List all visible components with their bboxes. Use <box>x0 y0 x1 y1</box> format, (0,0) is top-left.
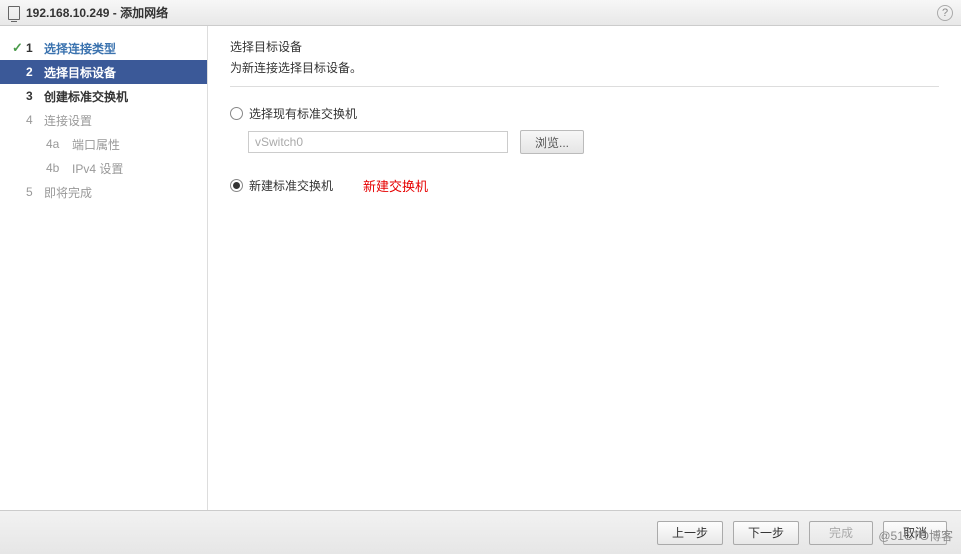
step-num: 2 <box>26 65 44 79</box>
step-label: 选择目标设备 <box>44 64 116 81</box>
step-label: 选择连接类型 <box>44 40 116 57</box>
step-3[interactable]: ✓ 3 创建标准交换机 <box>0 84 207 108</box>
substep-num: 4a <box>46 137 72 151</box>
cancel-button[interactable]: 取消 <box>883 521 947 545</box>
radio-existing-label[interactable]: 选择现有标准交换机 <box>249 105 357 122</box>
step-2[interactable]: ✓ 2 选择目标设备 <box>0 60 207 84</box>
wizard-sidebar: ✓ 1 选择连接类型 ✓ 2 选择目标设备 ✓ 3 创建标准交换机 ✓ 4 连接… <box>0 26 208 510</box>
step-num: 1 <box>26 41 44 55</box>
substep-label: 端口属性 <box>72 136 120 153</box>
step-num: 3 <box>26 89 44 103</box>
step-num: 5 <box>26 185 44 199</box>
check-icon: ✓ <box>12 40 26 56</box>
window-title: 192.168.10.249 - 添加网络 <box>26 4 168 21</box>
radio-new-label[interactable]: 新建标准交换机 <box>249 177 333 194</box>
step-label: 即将完成 <box>44 184 92 201</box>
main-area: ✓ 1 选择连接类型 ✓ 2 选择目标设备 ✓ 3 创建标准交换机 ✓ 4 连接… <box>0 26 961 510</box>
host-icon <box>8 6 20 20</box>
page-desc: 为新连接选择目标设备。 <box>230 59 939 76</box>
existing-switch-input[interactable] <box>248 131 508 153</box>
option-new-switch[interactable]: 新建标准交换机 新建交换机 <box>230 176 939 195</box>
substep-num: 4b <box>46 161 72 175</box>
browse-button[interactable]: 浏览... <box>520 130 584 154</box>
back-button[interactable]: 上一步 <box>657 521 723 545</box>
help-icon[interactable]: ? <box>937 5 953 21</box>
next-button[interactable]: 下一步 <box>733 521 799 545</box>
option-existing-switch[interactable]: 选择现有标准交换机 <box>230 105 939 122</box>
annotation-text: 新建交换机 <box>363 176 428 195</box>
radio-existing[interactable] <box>230 107 243 120</box>
step-label: 创建标准交换机 <box>44 88 128 105</box>
content-panel: 选择目标设备 为新连接选择目标设备。 选择现有标准交换机 浏览... 新建标准交… <box>208 26 961 510</box>
radio-new[interactable] <box>230 179 243 192</box>
existing-switch-input-row: 浏览... <box>248 130 939 154</box>
step-5: ✓ 5 即将完成 <box>0 180 207 204</box>
titlebar: 192.168.10.249 - 添加网络 ? <box>0 0 961 26</box>
divider <box>230 86 939 87</box>
step-num: 4 <box>26 113 44 127</box>
finish-button: 完成 <box>809 521 873 545</box>
substep-4a: 4a 端口属性 <box>0 132 207 156</box>
step-label: 连接设置 <box>44 112 92 129</box>
substep-4b: 4b IPv4 设置 <box>0 156 207 180</box>
step-1[interactable]: ✓ 1 选择连接类型 <box>0 36 207 60</box>
page-title: 选择目标设备 <box>230 38 939 55</box>
substep-label: IPv4 设置 <box>72 160 123 177</box>
wizard-footer: 上一步 下一步 完成 取消 <box>0 510 961 554</box>
step-4: ✓ 4 连接设置 <box>0 108 207 132</box>
